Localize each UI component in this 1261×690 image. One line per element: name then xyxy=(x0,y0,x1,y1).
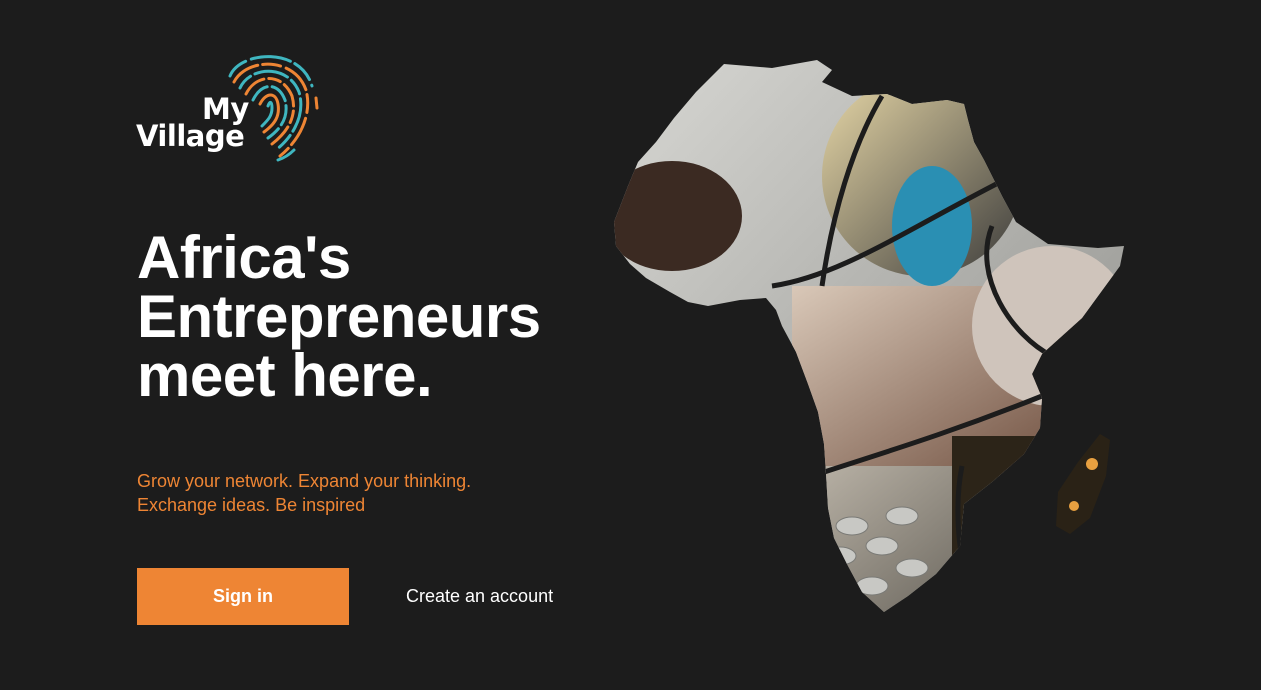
map-photo-tiles xyxy=(614,60,1124,612)
headline-line: meet here. xyxy=(137,342,433,409)
headline-line: Entrepreneurs xyxy=(137,283,541,350)
logo-wordmark: My Village xyxy=(136,95,249,153)
photo-hand-mouse xyxy=(972,246,1124,406)
tagline-line: Grow your network. Expand your thinking. xyxy=(137,471,472,491)
tagline-line: Exchange ideas. Be inspired xyxy=(137,495,366,515)
photo-blue-shirt xyxy=(892,166,972,286)
hero-tagline: Grow your network. Expand your thinking.… xyxy=(137,469,471,517)
madagascar-shape xyxy=(1056,434,1110,534)
africa-map-collage xyxy=(614,60,1124,612)
sign-in-button[interactable]: Sign in xyxy=(137,568,349,625)
my-village-logo[interactable]: My Village xyxy=(136,46,326,166)
logo-text-village: Village xyxy=(136,119,245,153)
hero-headline: Africa's Entrepreneurs meet here. xyxy=(137,224,607,409)
headline-line: Africa's xyxy=(137,224,351,291)
create-account-link[interactable]: Create an account xyxy=(406,586,553,607)
photo-lights xyxy=(952,436,1072,612)
